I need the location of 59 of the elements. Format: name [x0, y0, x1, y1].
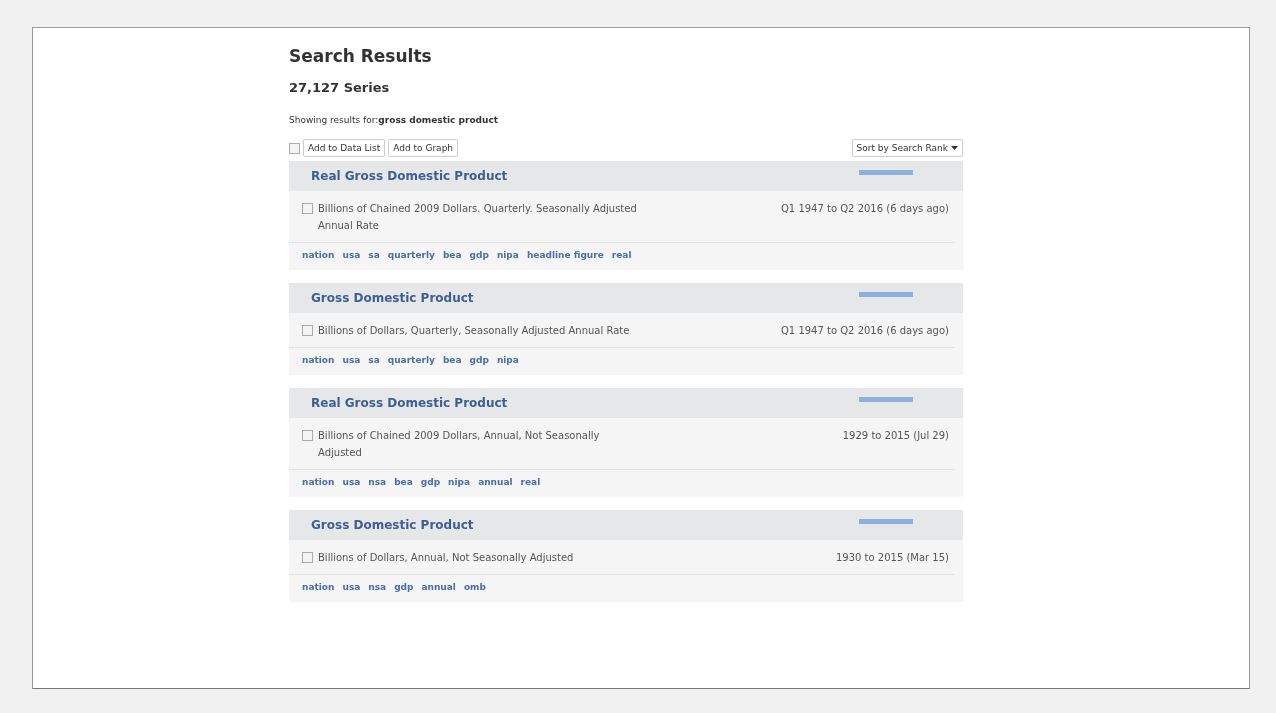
tag-link[interactable]: nsa	[368, 582, 387, 592]
toolbar-button[interactable]: Add to Data List	[303, 139, 386, 157]
series-title-link[interactable]: Gross Domestic Product	[311, 291, 474, 305]
tag-link[interactable]: gdp	[420, 477, 441, 487]
date-range: Q1 1947 to Q2 2016 (6 days ago)	[780, 202, 949, 216]
series-checkbox[interactable]	[302, 552, 313, 563]
series-count: 27,127 Series	[289, 80, 391, 95]
date-range: 1929 to 2015 (Jul 29)	[842, 429, 949, 443]
series-description: Billions of Dollars, Quarterly, Seasonally Adjusted Annual Rate	[318, 324, 631, 338]
series-title-link[interactable]: Real Gross Domestic Product	[311, 396, 508, 410]
select-all-checkbox[interactable]	[289, 142, 300, 154]
popularity-bar-icon	[859, 169, 913, 175]
tag-link[interactable]: nation	[302, 582, 335, 592]
page-title: Search Results	[289, 46, 433, 66]
tag-link[interactable]: gdp	[469, 250, 489, 260]
popularity-bar-icon	[859, 518, 913, 524]
tag-link[interactable]: annual	[478, 477, 513, 487]
tag-link[interactable]: bea	[442, 250, 462, 260]
series-checkbox[interactable]	[302, 325, 313, 336]
tag-link[interactable]: omb	[463, 582, 486, 592]
tag-link[interactable]: usa	[342, 355, 361, 365]
popularity-bar-icon	[859, 396, 913, 402]
tag-link[interactable]: nation	[302, 355, 335, 365]
query-label: Showing results for:	[289, 115, 379, 125]
series-checkbox[interactable]	[302, 203, 313, 214]
caret-icon	[951, 146, 958, 150]
tag-link[interactable]: nsa	[368, 477, 387, 487]
tag-link[interactable]: nation	[302, 477, 335, 487]
series-description: Billions of Chained 2009 Dollars. Quarterly. Seasonally Adjusted Annual Rate	[318, 202, 638, 233]
tag-link[interactable]: headline figure	[526, 250, 604, 260]
tag-link[interactable]: usa	[342, 250, 361, 260]
tag-link[interactable]: nipa	[448, 477, 471, 487]
tag-link[interactable]: sa	[368, 250, 380, 260]
tag-link[interactable]: bea	[442, 355, 462, 365]
tag-link[interactable]: nation	[302, 250, 335, 260]
tag-link[interactable]: nipa	[496, 355, 519, 365]
tag-link[interactable]: real	[520, 477, 541, 487]
tag-link[interactable]: bea	[394, 477, 413, 487]
series-description: Billions of Dollars, Annual, Not Seasonally Adjusted	[318, 551, 575, 565]
tag-link[interactable]: nipa	[496, 250, 519, 260]
tag-link[interactable]: quarterly	[387, 355, 435, 365]
series-description: Billions of Chained 2009 Dollars, Annual, Not Seasonally Adjusted	[318, 429, 601, 460]
toolbar-button[interactable]: Add to Graph	[388, 139, 459, 157]
date-range: Q1 1947 to Q2 2016 (6 days ago)	[780, 324, 949, 338]
tag-link[interactable]: gdp	[394, 582, 414, 592]
query-term: gross domestic product	[378, 115, 499, 125]
tag-link[interactable]: real	[611, 250, 632, 260]
tag-link[interactable]: usa	[342, 477, 361, 487]
tag-link[interactable]: gdp	[469, 355, 489, 365]
popularity-bar-icon	[859, 291, 913, 297]
tag-link[interactable]: quarterly	[387, 250, 435, 260]
series-title-link[interactable]: Real Gross Domestic Product	[311, 169, 508, 183]
date-range: 1930 to 2015 (Mar 15)	[835, 551, 949, 565]
tag-link[interactable]: sa	[368, 355, 380, 365]
series-title-link[interactable]: Gross Domestic Product	[311, 518, 474, 532]
sort-dropdown[interactable]: Sort by Search Rank	[851, 139, 963, 157]
tag-link[interactable]: usa	[342, 582, 361, 592]
tag-link[interactable]: annual	[421, 582, 456, 592]
series-checkbox[interactable]	[302, 430, 313, 441]
